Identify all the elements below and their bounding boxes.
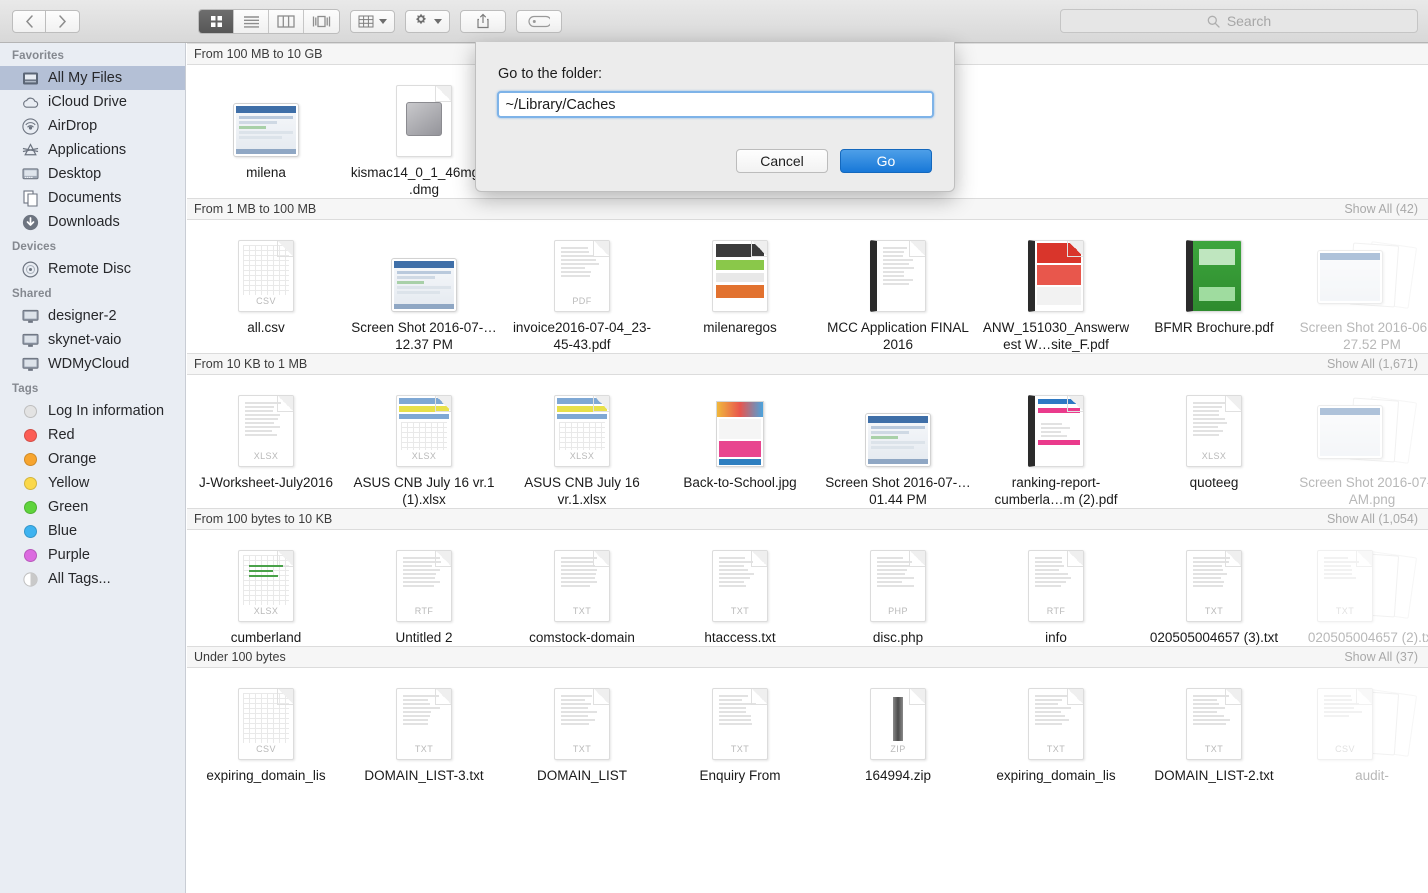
- go-button[interactable]: Go: [840, 149, 932, 173]
- folder-path-input[interactable]: ~/Library/Caches: [497, 91, 934, 118]
- finder-window: Search Favorites All My Files iCloud Drive…: [0, 0, 1428, 893]
- folder-path-value: ~/Library/Caches: [506, 97, 616, 113]
- dialog-actions: Cancel Go: [736, 149, 932, 173]
- dialog-title: Go to the folder:: [498, 66, 954, 82]
- dialog-overlay: Go to the folder: ~/Library/Caches Cance…: [0, 0, 1428, 893]
- cancel-button[interactable]: Cancel: [736, 149, 828, 173]
- go-to-folder-dialog: Go to the folder: ~/Library/Caches Cance…: [475, 42, 955, 192]
